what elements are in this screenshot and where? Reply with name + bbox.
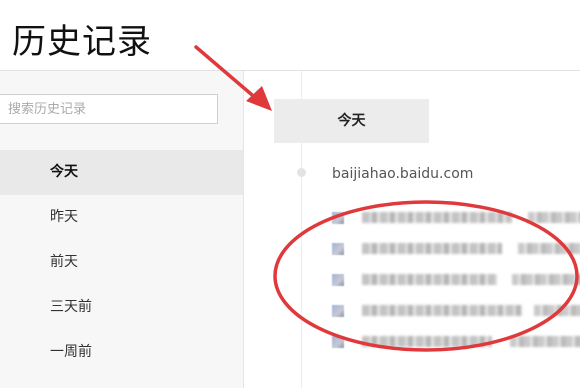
date-group-header: 今天: [274, 99, 429, 143]
search-box[interactable]: [0, 94, 218, 124]
site-favicon-icon: [332, 212, 344, 224]
sidebar-nav: 今天 昨天 前天 三天前 一周前: [0, 150, 243, 375]
history-entry[interactable]: [332, 205, 580, 236]
sidebar: 今天 昨天 前天 三天前 一周前: [0, 71, 244, 388]
history-entry[interactable]: [332, 298, 580, 329]
blurred-entry-title-extra: [512, 274, 580, 285]
search-input[interactable]: [0, 95, 217, 123]
history-entry[interactable]: [332, 329, 580, 360]
sidebar-item-yesterday[interactable]: 昨天: [0, 195, 243, 240]
sidebar-item-three-days-ago[interactable]: 三天前: [0, 285, 243, 330]
sidebar-item-one-week-ago[interactable]: 一周前: [0, 330, 243, 375]
blurred-entry-title-extra: [518, 243, 580, 254]
site-favicon-icon: [332, 243, 344, 255]
site-favicon-icon: [332, 274, 344, 286]
history-entry[interactable]: [332, 267, 580, 298]
history-entries: [332, 205, 580, 360]
blurred-entry-title: [362, 243, 502, 254]
blurred-entry-title-extra: [528, 212, 580, 223]
history-entry[interactable]: [332, 236, 580, 267]
blurred-entry-title-extra: [510, 336, 580, 347]
blurred-entry-title: [362, 305, 522, 316]
blurred-entry-title: [362, 212, 512, 223]
site-favicon-icon: [332, 305, 344, 317]
blurred-entry-title: [362, 274, 497, 285]
site-favicon-icon: [332, 336, 344, 348]
domain-label[interactable]: baijiahao.baidu.com: [332, 166, 473, 182]
sidebar-item-today[interactable]: 今天: [0, 150, 243, 195]
sidebar-item-day-before[interactable]: 前天: [0, 240, 243, 285]
blurred-entry-title: [362, 336, 492, 347]
blurred-entry-title-extra: [534, 305, 580, 316]
page-title: 历史记录: [12, 22, 152, 62]
timeline-dot: [297, 168, 306, 177]
